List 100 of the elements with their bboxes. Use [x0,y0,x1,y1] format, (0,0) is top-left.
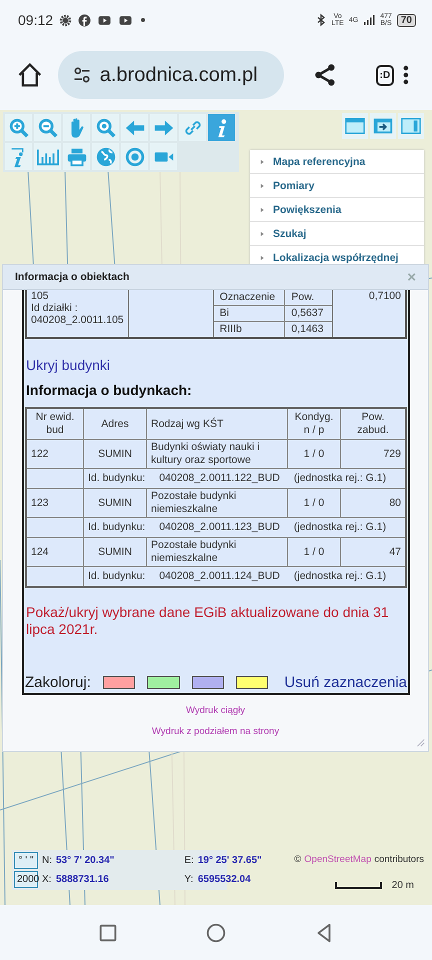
clear-selection-link[interactable]: Usuń zaznaczenia [284,674,407,691]
color-label: Zakoloruj: [25,674,91,691]
window-header-icon [344,115,366,137]
column-header: Adres [101,418,129,430]
table-cell: Pozostałe budynki niemieszkalne [151,490,236,515]
print-link[interactable]: Wydruk z podziałem na strony [152,726,280,737]
target-tool-button[interactable] [121,143,148,170]
table-cell: 729 [383,448,401,460]
caret-icon [260,206,265,212]
dot-icon [139,16,148,24]
toggle-buildings-link[interactable]: Ukryj budynki [26,357,110,373]
zoom-in-icon [8,116,30,138]
table-cell: 123 [31,496,49,508]
attribution-text: contributors [374,854,424,865]
building-id: 040208_2.0011.124_BUD [159,570,280,583]
right-arrow-tool-button[interactable] [150,114,177,141]
color-swatch[interactable] [236,676,268,689]
target-icon [124,146,146,168]
parcel-number: 105 [31,290,50,302]
table-cell: SUMIN [98,496,132,508]
caret-icon [260,158,265,164]
zoom-out-tool-button[interactable] [34,114,61,141]
column-header: Pow. zabud. [357,411,389,436]
copyright-sign: © [294,854,302,865]
table-cell: Pozostałe budynki niemieszkalne [151,539,236,564]
coordinate-label: E: [184,855,194,866]
building-id: 040208_2.0011.123_BUD [159,521,280,534]
coordinate-value: 19° 25' 37.65" [198,855,262,866]
table-cell: Budynki oświaty nauki i kultury oraz sportowe [151,441,260,466]
openstreetmap-link[interactable]: OpenStreetMap [304,854,372,865]
print-link[interactable]: Wydruk ciągły [186,705,246,716]
registry-unit: (jednostka rej.: G.1) [294,570,386,583]
signal-icon [363,14,376,26]
registry-unit: (jednostka rej.: G.1) [294,521,386,534]
table-cell: 0,1463 [291,323,324,335]
resize-handle-icon[interactable] [415,737,425,747]
zoom-in-tool-button[interactable] [5,114,32,141]
url-field[interactable]: a.brodnica.com.pl [58,51,284,99]
parcel-area: 0,7100 [368,290,401,302]
building-id-label: Id. budynku: [88,570,146,583]
coordinate-label: X: [42,874,52,885]
side-panel-icon [400,115,422,137]
battery-indicator: 70 [396,14,416,26]
building-id: 040208_2.0011.122_BUD [159,472,280,485]
table-header: Oznaczenie [220,291,276,303]
globe-tool-button[interactable] [92,143,119,170]
table-cell: 1 / 0 [304,546,324,558]
info-document-tool-button[interactable] [5,143,32,170]
section-heading: Informacja o budynkach: [26,382,193,398]
coordinate-label: N: [42,855,52,866]
coordinate-label: Y: [184,874,194,885]
menu-item[interactable]: Mapa referencyjna [250,150,424,174]
parcel-id-label: Id działki : [31,302,79,314]
table-cell: 122 [31,448,49,460]
color-swatch[interactable] [147,676,180,689]
building-id-label: Id. budynku: [88,472,146,485]
table-cell: 80 [389,496,401,508]
facebook-icon [78,14,92,26]
caret-icon [260,254,265,260]
left-arrow-tool-button[interactable] [121,114,148,141]
gear-icon [59,14,72,26]
site-settings-icon [72,65,92,85]
coordinate-value: 53° 7' 20.34" [56,855,114,866]
hand-tool-button[interactable] [63,114,90,141]
video-icon [118,14,134,26]
menu-item[interactable]: Pomiary [250,174,424,198]
column-header: Nr ewid. bud [36,411,74,436]
coordinate-value: 5888731.16 [56,874,110,885]
menu-item[interactable]: Powiększenia [250,198,424,222]
zoom-tool-button[interactable] [92,114,119,141]
video-icon [97,14,112,26]
table-cell: 0,5637 [291,307,324,319]
coordinate-format-button[interactable]: ° ' " [14,852,38,869]
egib-data-link[interactable]: Pokaż/ukryj wybrane dane EGiB aktualizowane do dnia 31 lipca 2021r. [26,604,405,638]
zoom-icon [94,116,116,138]
info-tool-button[interactable] [208,114,235,141]
column-header: Rodzaj wg KŚT [151,418,224,430]
table-cell: 124 [31,546,49,558]
scale-label: 20 m [392,880,414,891]
printer-tool-button[interactable] [63,143,90,170]
ruler-tool-button[interactable] [34,143,61,170]
clock-time: 09:12 [18,12,54,28]
color-swatch[interactable] [192,676,224,689]
caret-icon [260,182,265,188]
building-id-label: Id. budynku: [88,521,146,534]
tabs-button[interactable]: :D [376,64,394,86]
home-icon[interactable] [16,61,44,89]
home-button-icon[interactable] [205,922,227,944]
table-cell: RIIIb [220,323,242,335]
column-header: Kondyg. n / p [294,411,334,436]
video-camera-tool-button[interactable] [150,143,177,170]
registry-unit: (jednostka rej.: G.1) [294,472,386,485]
chain-link-tool-button[interactable] [179,114,206,141]
color-swatch[interactable] [102,676,136,689]
table-header: Pow. [291,291,314,303]
menu-item[interactable]: Szukaj [250,222,424,246]
table-cell: SUMIN [98,546,132,558]
globe-icon [94,146,116,168]
table-cell: 1 / 0 [304,496,324,508]
panel-arrow-button[interactable] [370,113,396,139]
